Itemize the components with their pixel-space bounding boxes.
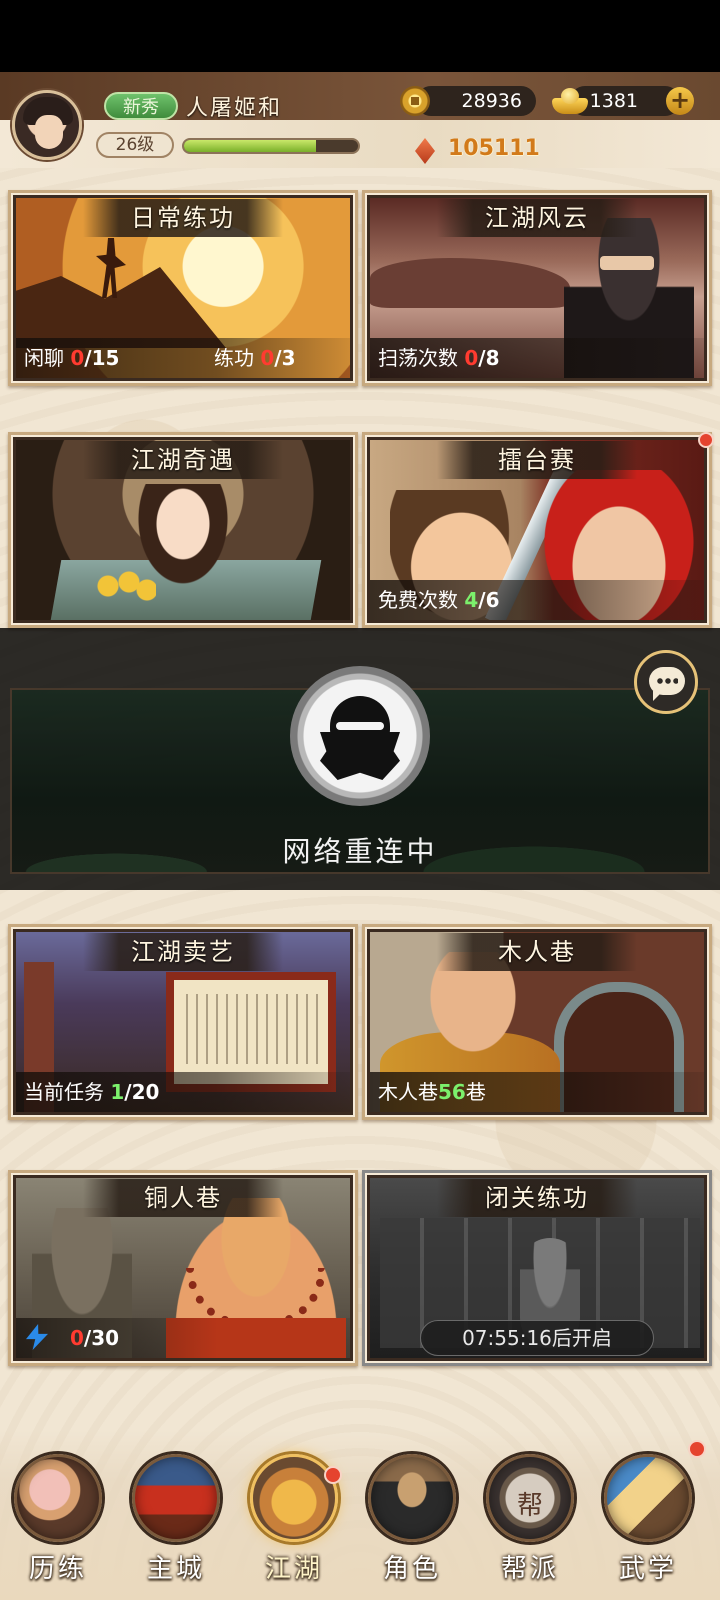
card-title: 闭关练功 <box>485 1184 589 1212</box>
add-currency-button[interactable]: + <box>666 87 694 115</box>
ingot-amount: 1381 <box>589 90 638 112</box>
guild-icon: 帮 <box>486 1454 574 1542</box>
rank-badge: 新秀 <box>104 92 178 120</box>
xp-bar-fill <box>184 140 317 152</box>
card-title: 江湖奇遇 <box>131 446 235 474</box>
reconnect-message: 网络重连中 <box>282 835 438 868</box>
avatar[interactable] <box>12 90 82 160</box>
card-footer: 闲聊 0/15 练功 0/3 <box>16 338 350 378</box>
nav-label: 帮派 <box>500 1554 559 1584</box>
card-muren-xiang[interactable]: 木人巷 木人巷56巷 <box>362 924 712 1120</box>
nav-label: 江湖 <box>264 1554 323 1584</box>
nav-main-city[interactable]: 主城 <box>126 1440 226 1590</box>
nav-guild[interactable]: 帮 帮派 <box>480 1440 580 1590</box>
card-footer: 扫荡次数 0/8 <box>370 338 704 378</box>
card-title: 铜人巷 <box>144 1184 222 1212</box>
combat-power-value: 105111 <box>448 136 540 161</box>
card-tongren-xiang[interactable]: 铜人巷 0/30 <box>8 1170 358 1366</box>
notification-dot <box>688 1440 706 1458</box>
nav-jianghu[interactable]: 江湖 <box>244 1440 344 1590</box>
nav-martial-arts[interactable]: 武学 <box>598 1440 698 1590</box>
coin-counter: 28936 <box>416 86 536 116</box>
jianghu-icon <box>250 1454 338 1542</box>
coin-icon <box>400 86 430 116</box>
card-jianghu-qiyu[interactable]: 江湖奇遇 <box>8 432 358 628</box>
xp-bar <box>182 138 360 154</box>
card-footer: 免费次数 4/6 <box>370 580 704 620</box>
card-jianghu-maiyi[interactable]: 江湖卖艺 当前任务 1/20 <box>8 924 358 1120</box>
nav-label: 主城 <box>146 1554 205 1584</box>
card-title: 木人巷 <box>498 938 576 966</box>
character-icon <box>368 1454 456 1542</box>
card-title: 日常练功 <box>131 204 235 232</box>
card-footer: 木人巷56巷 <box>370 1072 704 1112</box>
player-name: 人屠姬和 <box>186 96 283 121</box>
card-footer: 当前任务 1/20 <box>16 1072 350 1112</box>
notification-dot <box>698 432 714 448</box>
combat-power-icon <box>408 134 442 168</box>
card-daily-practice[interactable]: 日常练功 闲聊 0/15 练功 0/3 <box>8 190 358 386</box>
nav-character[interactable]: 角色 <box>362 1440 462 1590</box>
scroll-icon <box>604 1454 692 1542</box>
card-title: 擂台赛 <box>498 446 576 474</box>
lilian-icon <box>14 1454 102 1542</box>
card-footer: 0/30 <box>16 1318 350 1358</box>
loading-spinner-icon <box>290 666 430 806</box>
gold-ingot-icon <box>552 86 588 116</box>
nav-label: 历练 <box>28 1554 87 1584</box>
nav-lilian[interactable]: 历练 <box>8 1440 108 1590</box>
card-title: 江湖风云 <box>485 204 589 232</box>
unlock-timer: 07:55:16后开启 <box>420 1320 654 1356</box>
card-jianghu-fengyun[interactable]: 江湖风云 扫荡次数 0/8 <box>362 190 712 386</box>
city-gate-icon <box>132 1454 220 1542</box>
notification-dot <box>324 1466 342 1484</box>
level-badge: 26级 <box>96 132 174 158</box>
coin-amount: 28936 <box>461 90 522 112</box>
card-arena[interactable]: 擂台赛 免费次数 4/6 <box>362 432 712 628</box>
status-bar <box>0 0 720 72</box>
card-title: 江湖卖艺 <box>131 938 235 966</box>
nav-label: 武学 <box>618 1554 677 1584</box>
chat-button[interactable] <box>634 650 698 714</box>
nav-label: 角色 <box>382 1554 441 1584</box>
